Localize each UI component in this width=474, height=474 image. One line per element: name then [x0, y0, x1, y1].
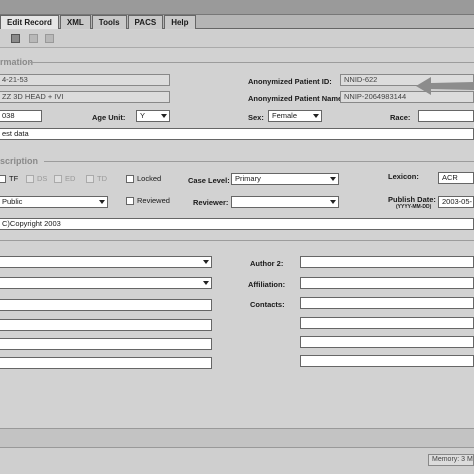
- window-titlebar: [0, 0, 474, 15]
- contacts-field-2[interactable]: [300, 317, 474, 329]
- race-label: Race:: [390, 113, 411, 122]
- history-field[interactable]: est data: [0, 128, 474, 140]
- case-level-label: Case Level:: [188, 176, 230, 185]
- tf-checkbox-row: TF: [0, 174, 18, 183]
- author-select[interactable]: [0, 256, 212, 268]
- contacts-field[interactable]: [300, 297, 474, 309]
- section-title-description: scription: [0, 156, 39, 166]
- age-unit-label: Age Unit:: [92, 113, 126, 122]
- age-unit-select[interactable]: Y: [136, 110, 170, 122]
- ed-checkbox[interactable]: [54, 174, 62, 183]
- chevron-down-icon: [313, 114, 319, 118]
- contacts-field-3[interactable]: [300, 336, 474, 348]
- lexicon-field[interactable]: ACR: [438, 172, 474, 184]
- tab-edit-record[interactable]: Edit Record: [0, 15, 59, 29]
- publish-date-label: Publish Date:: [388, 195, 436, 204]
- affiliation-field[interactable]: [300, 277, 474, 289]
- reviewer-select[interactable]: [231, 196, 339, 208]
- publish-date-field[interactable]: 2003-05-: [438, 196, 474, 208]
- tab-pacs[interactable]: PACS: [127, 15, 164, 29]
- section-divider: [44, 161, 474, 162]
- ds-checkbox[interactable]: [26, 174, 34, 183]
- section-title-information: rmation: [0, 57, 34, 67]
- institution-select[interactable]: [0, 277, 212, 289]
- section-divider: [30, 62, 474, 63]
- chevron-down-icon: [99, 200, 105, 204]
- toolbar: [0, 30, 474, 48]
- lexicon-label: Lexicon:: [388, 172, 419, 181]
- affiliation-label: Affiliation:: [248, 280, 286, 289]
- author2-field[interactable]: [300, 256, 474, 268]
- locked-checkbox-row: Locked: [126, 174, 161, 183]
- ed-label: ED: [65, 174, 76, 184]
- country-field[interactable]: [0, 357, 212, 369]
- address-field[interactable]: [0, 299, 212, 311]
- race-field[interactable]: [418, 110, 474, 122]
- td-checkbox-row: TD: [86, 174, 107, 183]
- bottom-bar: [0, 428, 474, 448]
- ed-checkbox-row: ED: [54, 174, 75, 183]
- sex-value: Female: [272, 111, 298, 120]
- state-field[interactable]: [0, 338, 212, 350]
- anon-id-label: Anonymized Patient ID:: [248, 77, 332, 86]
- tab-tools[interactable]: Tools: [91, 15, 127, 29]
- tab-help[interactable]: Help: [164, 15, 196, 29]
- case-level-value: Primary: [235, 174, 261, 183]
- chevron-down-icon: [330, 177, 336, 181]
- refresh-icon[interactable]: [29, 34, 38, 43]
- pointer-arrow-icon: [416, 77, 474, 95]
- anon-name-label: Anonymized Patient Name:: [248, 94, 345, 103]
- reviewed-checkbox-row: Reviewed: [126, 196, 170, 205]
- age-field[interactable]: 038: [0, 110, 42, 122]
- contacts-field-4[interactable]: [300, 355, 474, 367]
- delete-icon[interactable]: [45, 34, 54, 43]
- city-field[interactable]: [0, 319, 212, 331]
- menu-tabs: Edit Record XML Tools PACS Help: [0, 15, 474, 29]
- chevron-down-icon: [330, 200, 336, 204]
- ds-checkbox-row: DS: [26, 174, 47, 183]
- patient-id-field[interactable]: 4-21-53: [0, 74, 170, 86]
- locked-checkbox[interactable]: [126, 174, 134, 183]
- tf-checkbox[interactable]: [0, 174, 6, 183]
- copyright-field[interactable]: C)Copyright 2003: [0, 218, 474, 230]
- chevron-down-icon: [203, 260, 209, 264]
- save-icon[interactable]: [11, 34, 20, 43]
- case-level-select[interactable]: Primary: [231, 173, 339, 185]
- memory-status: Memory: 3 MI: [428, 454, 474, 466]
- ds-label: DS: [37, 174, 48, 184]
- td-label: TD: [97, 174, 107, 184]
- access-value: Public: [2, 197, 23, 206]
- age-unit-value: Y: [140, 111, 146, 120]
- chevron-down-icon: [203, 281, 209, 285]
- td-checkbox[interactable]: [86, 174, 94, 183]
- study-description-field[interactable]: ZZ 3D HEAD + IVI: [0, 91, 170, 103]
- publish-date-format: (YYYY-MM-DD): [396, 204, 432, 210]
- sex-select[interactable]: Female: [268, 110, 322, 122]
- reviewed-label: Reviewed: [137, 196, 170, 206]
- author2-label: Author 2:: [250, 259, 284, 268]
- chevron-down-icon: [161, 114, 167, 118]
- sex-label: Sex:: [248, 113, 264, 122]
- pointer-arrow-shape: [416, 77, 474, 95]
- locked-label: Locked: [137, 174, 162, 184]
- status-bar: Memory: 3 MI: [0, 448, 474, 474]
- access-select[interactable]: Public: [0, 196, 108, 208]
- reviewed-checkbox[interactable]: [126, 196, 134, 205]
- contacts-label: Contacts:: [250, 300, 285, 309]
- section-divider: [0, 240, 474, 241]
- reviewer-label: Reviewer:: [193, 198, 229, 207]
- tf-label: TF: [9, 174, 19, 184]
- tab-xml[interactable]: XML: [59, 15, 91, 29]
